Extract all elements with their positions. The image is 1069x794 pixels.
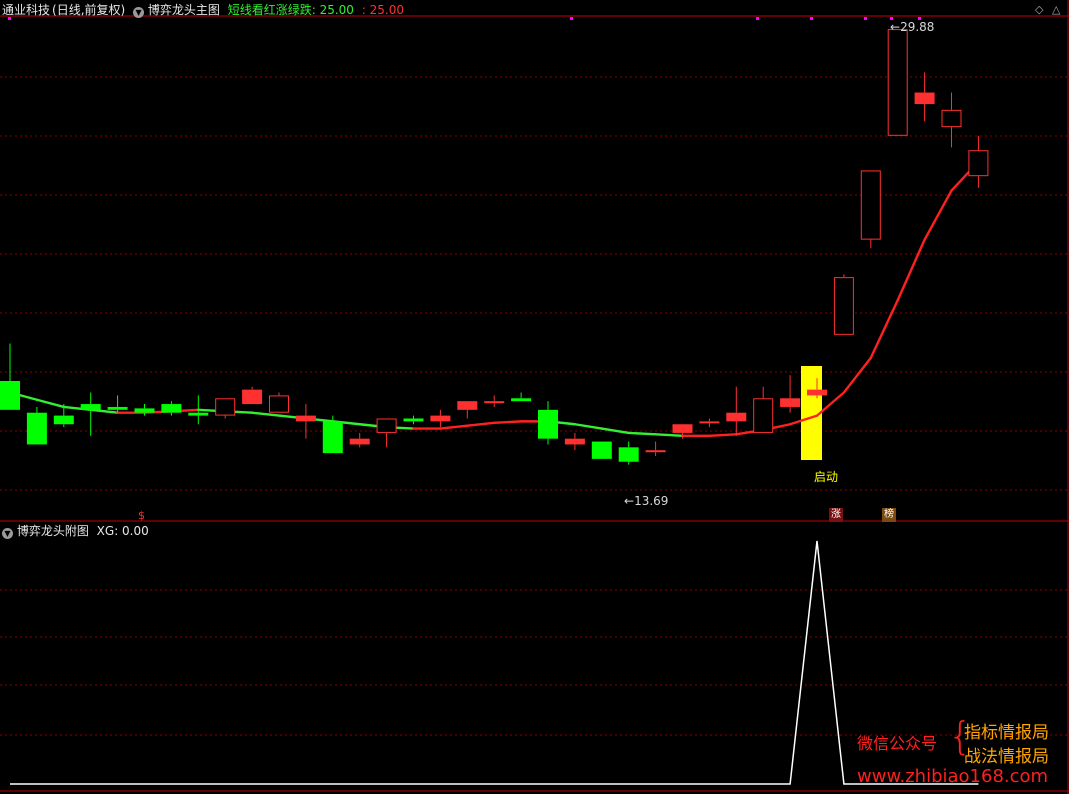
xg-series-line (10, 540, 979, 785)
signal-dot (756, 17, 759, 20)
low-price-value: 13.69 (634, 494, 669, 508)
watermark-line2: 战法情报局 (964, 747, 1049, 767)
candle-body-up (887, 29, 908, 136)
candlestick-series (0, 29, 989, 465)
trend-segment (89, 408, 119, 414)
formula-value-red: : 25.00 (361, 3, 404, 17)
chart-period: (日线,前复权) (52, 3, 126, 17)
candle-body-up (914, 92, 935, 105)
candle-body-up (430, 415, 451, 422)
trend-segment (654, 433, 684, 437)
trend-segment (493, 420, 523, 425)
high-price-value: 29.88 (900, 20, 935, 34)
candle-body-down (161, 404, 182, 413)
trend-segment (896, 238, 926, 302)
candle-body-up (457, 401, 478, 410)
expand-icon[interactable]: △ (1052, 3, 1060, 17)
candle-body-down (107, 406, 128, 410)
candle-body-down (26, 412, 47, 445)
candle-body-up (672, 424, 693, 433)
chart-canvas[interactable] (0, 0, 1069, 794)
candle-body-down (591, 441, 612, 459)
start-label: 启动 (814, 470, 839, 484)
trend-segment (842, 356, 872, 394)
xg-line (10, 540, 979, 785)
candle-body-up (726, 412, 747, 422)
candle-body-up (780, 398, 801, 407)
candle-body-down (403, 418, 424, 422)
sub-gridlines (0, 589, 1069, 736)
main-indicator-name[interactable]: 博弈龙头主图 (148, 3, 220, 17)
watermark-url[interactable]: www.zhibiao168.com (857, 766, 1048, 787)
candle-body-up (376, 418, 397, 433)
candle-body-up (269, 395, 289, 413)
formula-value-green: 25.00 (319, 3, 354, 17)
xg-value: XG: 0.00 (96, 524, 149, 538)
main-gridlines (0, 76, 1069, 491)
candle-body-down (0, 380, 20, 410)
sub-indicator-name[interactable]: 博弈龙头附图 (17, 524, 89, 538)
watermark-line1: 指标情报局 (964, 723, 1049, 743)
candle-body-up (753, 398, 774, 433)
signal-dot (864, 17, 867, 20)
candle-body-up (833, 277, 854, 335)
trend-segment (869, 299, 899, 360)
chart-frame (0, 0, 1069, 794)
candle-body-up (645, 450, 666, 453)
trend-segment (573, 423, 603, 430)
candle-body-down (53, 415, 74, 425)
trend-line (8, 160, 980, 437)
stock-name: 通业科技 (2, 3, 51, 17)
trend-segment (627, 431, 657, 436)
candle-body-up (349, 438, 370, 445)
candle-body-up (564, 438, 585, 445)
indicator-dropdown-icon[interactable]: ▼ (133, 7, 145, 18)
candle-body-up (699, 421, 720, 424)
dollar-marker: $ (138, 509, 145, 522)
candle-body-up (484, 401, 505, 404)
signal-dot (570, 17, 573, 20)
high-price-label: ←29.88 (890, 20, 935, 34)
trend-segment (923, 189, 953, 241)
bang-marker: 榜 (882, 508, 896, 522)
trend-segment (708, 433, 738, 437)
trend-segment (466, 421, 496, 427)
sub-header: ▼ 博弈龙头附图 XG: 0.00 (2, 524, 149, 539)
candle-body-down (618, 447, 639, 462)
candle-body-down (80, 404, 101, 410)
candle-body-down (538, 409, 558, 439)
formula-label: 短线看红涨绿跌: (227, 3, 316, 17)
signal-dot (810, 17, 813, 20)
candle-body-down (511, 398, 532, 402)
collapse-icon[interactable]: ◇ (1035, 3, 1043, 17)
watermark-wechat: 微信公众号 (857, 734, 938, 753)
candle-body-down (134, 408, 155, 413)
trend-segment (439, 424, 469, 430)
candle-body-up (215, 398, 236, 416)
candle-body-up (968, 150, 989, 177)
candle-body-up (242, 389, 263, 405)
candle-body-down (322, 421, 343, 454)
candle-body-down (188, 412, 209, 416)
low-price-label: ←13.69 (624, 494, 669, 508)
zhang-marker: 涨 (829, 508, 843, 522)
trend-segment (35, 398, 65, 409)
sub-dropdown-icon[interactable]: ▼ (2, 528, 13, 539)
main-header: 通业科技 (日线,前复权) ▼ 博弈龙头主图 短线看红涨绿跌: 25.00 : 2… (2, 3, 404, 18)
candle-body-up (295, 415, 316, 422)
formula-value-red-text: 25.00 (369, 3, 404, 17)
candle-body-up (941, 109, 962, 128)
trend-segment (250, 411, 281, 417)
candle-body-up (807, 389, 827, 396)
candle-body-up (860, 170, 881, 240)
